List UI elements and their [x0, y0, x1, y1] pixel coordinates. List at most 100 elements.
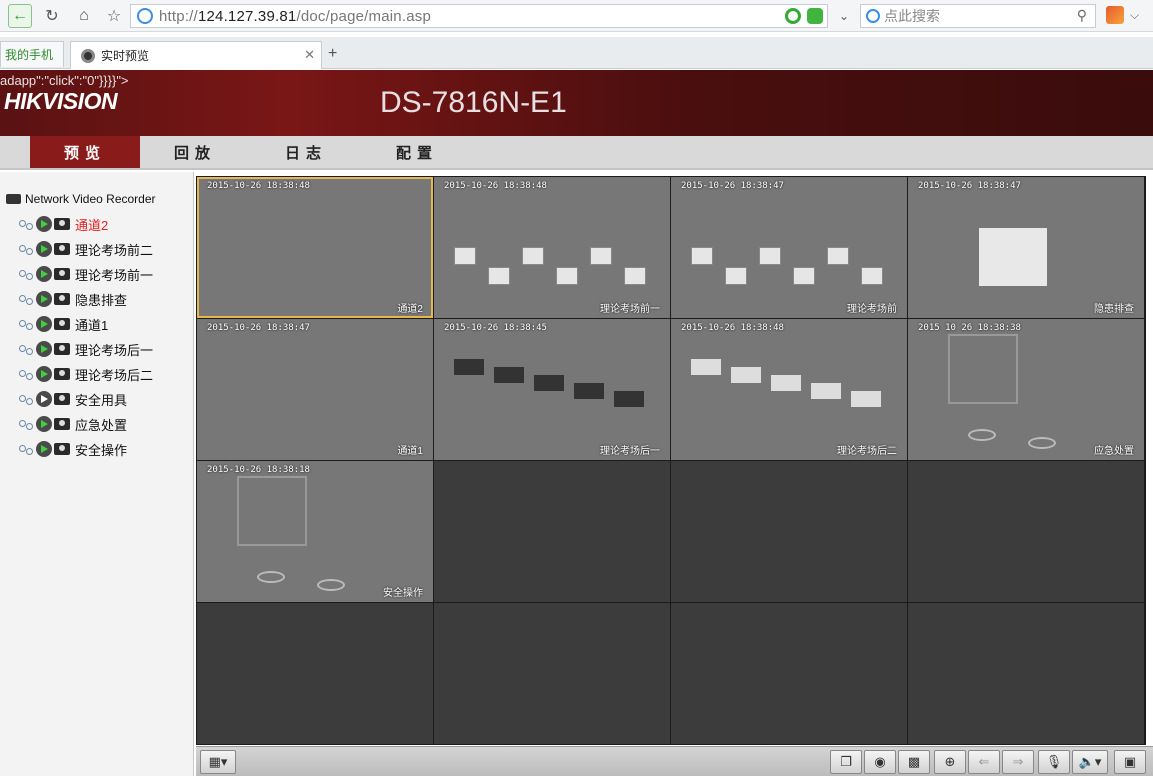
play-icon[interactable]	[36, 266, 52, 282]
channel-item[interactable]: 通道2	[18, 214, 108, 234]
play-icon[interactable]	[36, 216, 52, 232]
play-icon[interactable]	[36, 366, 52, 382]
stop-all-icon[interactable]: ❐	[830, 750, 862, 774]
tree-root-label: Network Video Recorder	[25, 192, 156, 206]
tire-shape	[317, 579, 345, 591]
tab-log[interactable]: 日志	[251, 136, 361, 168]
video-cell[interactable]: 2015-10-26 18:38:18 安全操作	[197, 461, 433, 602]
refresh-icon[interactable]: ↻	[40, 4, 64, 28]
play-icon[interactable]	[36, 416, 52, 432]
channel-overlay-name: 理论考场后二	[837, 446, 897, 457]
link-icon	[18, 293, 34, 305]
video-cell[interactable]: 2015-10-26 18:38:48 理论考场前一	[434, 177, 670, 318]
tree-root[interactable]: Network Video Recorder	[6, 192, 156, 206]
prev-page-icon[interactable]: ⇐	[968, 750, 1000, 774]
microphone-icon[interactable]: 🎙	[1038, 750, 1070, 774]
tab-live-preview[interactable]: 实时预览 ✕	[70, 41, 322, 69]
star-icon[interactable]: ☆	[102, 4, 126, 28]
tab-playback[interactable]: 回放	[140, 136, 250, 168]
scaffold-shape	[948, 334, 1018, 404]
empty-video-cell[interactable]	[434, 603, 670, 744]
tab-config[interactable]: 配置	[362, 136, 472, 168]
channel-label: 通道2	[75, 217, 109, 233]
channel-item[interactable]: 理论考场后二	[18, 364, 153, 384]
home-icon[interactable]: ⌂	[72, 4, 96, 28]
camera-icon	[54, 393, 70, 405]
search-icon[interactable]: ⚲	[1077, 7, 1087, 24]
play-icon[interactable]	[36, 316, 52, 332]
timestamp: 2015-10-26 18:38:48	[681, 323, 784, 333]
play-icon[interactable]	[36, 241, 52, 257]
play-icon[interactable]	[36, 441, 52, 457]
close-icon[interactable]: ✕	[304, 47, 315, 63]
tab-preview[interactable]: 预览	[30, 136, 140, 168]
channel-item[interactable]: 安全操作	[18, 439, 127, 459]
fullscreen-icon[interactable]: ▣	[1114, 750, 1146, 774]
chair-shape	[624, 267, 646, 285]
empty-video-cell[interactable]	[908, 603, 1144, 744]
link-icon	[18, 418, 34, 430]
video-cell[interactable]: 2015 10 26 18:38:38 应急处置	[908, 319, 1144, 460]
capture-icon[interactable]: ◉	[864, 750, 896, 774]
empty-video-cell[interactable]	[434, 461, 670, 602]
next-page-icon[interactable]: ⇒	[1002, 750, 1034, 774]
tab-my-phone[interactable]: 我的手机	[0, 41, 64, 67]
chair-shape	[522, 247, 544, 265]
channel-item[interactable]: 通道1	[18, 314, 108, 334]
channel-item[interactable]: 隐患排查	[18, 289, 127, 309]
hikvision-logo: HIKVISION	[4, 88, 118, 114]
search-placeholder: 点此搜索	[884, 8, 940, 24]
video-cell[interactable]: 2015-10-26 18:38:47 理论考场前	[671, 177, 907, 318]
link-icon	[18, 393, 34, 405]
video-cell[interactable]: 2015-10-26 18:38:47 通道1	[197, 319, 433, 460]
address-bar[interactable]: http://124.127.39.81/doc/page/main.asp	[130, 4, 828, 28]
empty-video-cell[interactable]	[671, 461, 907, 602]
video-cell[interactable]: 2015-10-26 18:38:45 理论考场后一	[434, 319, 670, 460]
desk-shape	[691, 359, 721, 375]
video-cell[interactable]: 2015-10-26 18:38:48 理论考场后二	[671, 319, 907, 460]
camera-icon	[54, 418, 70, 430]
camera-icon	[54, 243, 70, 255]
timestamp: 2015-10-26 18:38:48	[207, 181, 310, 191]
camera-icon	[54, 343, 70, 355]
search-input[interactable]: 点此搜索 ⚲	[860, 4, 1096, 28]
layout-grid-icon[interactable]: ▦▾	[200, 750, 236, 774]
record-icon[interactable]: ▩	[898, 750, 930, 774]
channel-item[interactable]: 应急处置	[18, 414, 127, 434]
channel-item[interactable]: 安全用具	[18, 389, 127, 409]
play-icon[interactable]	[36, 291, 52, 307]
play-icon[interactable]	[36, 341, 52, 357]
channel-label: 安全操作	[75, 442, 128, 458]
chair-shape	[827, 247, 849, 265]
globe-icon	[137, 8, 153, 24]
empty-video-cell[interactable]	[908, 461, 1144, 602]
back-arrow-icon[interactable]: ←	[8, 4, 32, 28]
timestamp: 2015-10-26 18:38:45	[444, 323, 547, 333]
desk-shape	[454, 359, 484, 375]
security-icon[interactable]	[785, 8, 801, 24]
channel-label: 理论考场前二	[75, 242, 154, 258]
volume-icon[interactable]: 🔈▾	[1072, 750, 1108, 774]
new-tab-icon[interactable]: +	[328, 45, 337, 63]
empty-video-cell[interactable]	[671, 603, 907, 744]
channel-label: 理论考场后二	[75, 367, 154, 383]
desk-shape	[574, 383, 604, 399]
channel-item[interactable]: 理论考场前二	[18, 239, 153, 259]
chair-shape	[488, 267, 510, 285]
zoom-in-icon[interactable]: ⊕	[934, 750, 966, 774]
extension-icon[interactable]	[1106, 6, 1124, 24]
video-cell[interactable]: 2015-10-26 18:38:48 通道2	[197, 177, 433, 318]
channel-item[interactable]: 理论考场前一	[18, 264, 153, 284]
chair-shape	[454, 247, 476, 265]
chair-shape	[725, 267, 747, 285]
video-cell[interactable]: 2015-10-26 18:38:47 隐患排查	[908, 177, 1144, 318]
preview-toolbar: ▦▾ ❐ ◉ ▩ ⊕ ⇐ ⇒ 🎙 🔈▾ ▣	[196, 746, 1153, 776]
browser-menu-icon[interactable]: ⌵	[1130, 8, 1139, 23]
chevron-down-icon[interactable]: ⌄	[832, 4, 856, 28]
channel-item[interactable]: 理论考场后一	[18, 339, 153, 359]
empty-video-cell[interactable]	[197, 603, 433, 744]
play-icon[interactable]	[36, 391, 52, 407]
channel-overlay-name: 理论考场后一	[600, 446, 660, 457]
speed-icon[interactable]	[807, 8, 823, 24]
link-icon	[18, 243, 34, 255]
